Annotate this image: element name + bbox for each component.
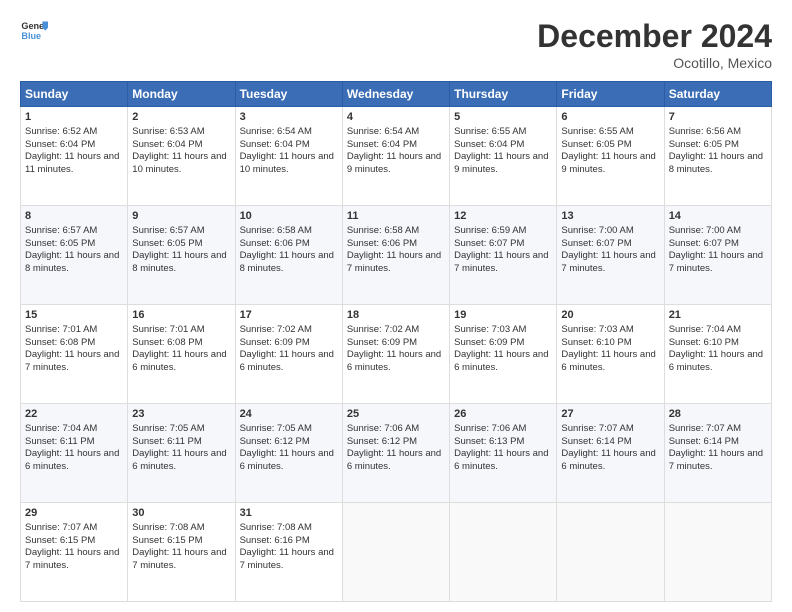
- calendar-week-row: 15Sunrise: 7:01 AMSunset: 6:08 PMDayligh…: [21, 305, 772, 404]
- table-row: [342, 503, 449, 602]
- table-row: 9Sunrise: 6:57 AMSunset: 6:05 PMDaylight…: [128, 206, 235, 305]
- day-number: 14: [669, 209, 767, 224]
- table-row: 21Sunrise: 7:04 AMSunset: 6:10 PMDayligh…: [664, 305, 771, 404]
- col-friday: Friday: [557, 82, 664, 107]
- col-saturday: Saturday: [664, 82, 771, 107]
- calendar-week-row: 8Sunrise: 6:57 AMSunset: 6:05 PMDaylight…: [21, 206, 772, 305]
- table-row: 11Sunrise: 6:58 AMSunset: 6:06 PMDayligh…: [342, 206, 449, 305]
- day-number: 12: [454, 209, 552, 224]
- table-row: 8Sunrise: 6:57 AMSunset: 6:05 PMDaylight…: [21, 206, 128, 305]
- day-number: 16: [132, 308, 230, 323]
- table-row: 18Sunrise: 7:02 AMSunset: 6:09 PMDayligh…: [342, 305, 449, 404]
- day-number: 27: [561, 407, 659, 422]
- day-number: 18: [347, 308, 445, 323]
- day-number: 23: [132, 407, 230, 422]
- day-number: 19: [454, 308, 552, 323]
- table-row: 22Sunrise: 7:04 AMSunset: 6:11 PMDayligh…: [21, 404, 128, 503]
- day-number: 15: [25, 308, 123, 323]
- day-number: 25: [347, 407, 445, 422]
- table-row: 19Sunrise: 7:03 AMSunset: 6:09 PMDayligh…: [450, 305, 557, 404]
- calendar-week-row: 1Sunrise: 6:52 AMSunset: 6:04 PMDaylight…: [21, 107, 772, 206]
- title-block: December 2024 Ocotillo, Mexico: [537, 18, 772, 71]
- table-row: 28Sunrise: 7:07 AMSunset: 6:14 PMDayligh…: [664, 404, 771, 503]
- table-row: 15Sunrise: 7:01 AMSunset: 6:08 PMDayligh…: [21, 305, 128, 404]
- day-number: 13: [561, 209, 659, 224]
- table-row: 4Sunrise: 6:54 AMSunset: 6:04 PMDaylight…: [342, 107, 449, 206]
- col-wednesday: Wednesday: [342, 82, 449, 107]
- table-row: 7Sunrise: 6:56 AMSunset: 6:05 PMDaylight…: [664, 107, 771, 206]
- month-title: December 2024: [537, 18, 772, 55]
- day-number: 29: [25, 506, 123, 521]
- table-row: [557, 503, 664, 602]
- calendar-week-row: 22Sunrise: 7:04 AMSunset: 6:11 PMDayligh…: [21, 404, 772, 503]
- day-number: 4: [347, 110, 445, 125]
- logo-icon: GeneralBlue: [20, 18, 48, 46]
- table-row: [450, 503, 557, 602]
- day-number: 31: [240, 506, 338, 521]
- table-row: 14Sunrise: 7:00 AMSunset: 6:07 PMDayligh…: [664, 206, 771, 305]
- calendar-table: Sunday Monday Tuesday Wednesday Thursday…: [20, 81, 772, 602]
- table-row: 24Sunrise: 7:05 AMSunset: 6:12 PMDayligh…: [235, 404, 342, 503]
- day-number: 24: [240, 407, 338, 422]
- day-number: 9: [132, 209, 230, 224]
- day-number: 21: [669, 308, 767, 323]
- table-row: 27Sunrise: 7:07 AMSunset: 6:14 PMDayligh…: [557, 404, 664, 503]
- day-number: 5: [454, 110, 552, 125]
- table-row: 31Sunrise: 7:08 AMSunset: 6:16 PMDayligh…: [235, 503, 342, 602]
- logo: GeneralBlue: [20, 18, 48, 46]
- table-row: 29Sunrise: 7:07 AMSunset: 6:15 PMDayligh…: [21, 503, 128, 602]
- table-row: 30Sunrise: 7:08 AMSunset: 6:15 PMDayligh…: [128, 503, 235, 602]
- day-number: 1: [25, 110, 123, 125]
- table-row: 12Sunrise: 6:59 AMSunset: 6:07 PMDayligh…: [450, 206, 557, 305]
- svg-text:Blue: Blue: [21, 31, 41, 41]
- table-row: 10Sunrise: 6:58 AMSunset: 6:06 PMDayligh…: [235, 206, 342, 305]
- table-row: 20Sunrise: 7:03 AMSunset: 6:10 PMDayligh…: [557, 305, 664, 404]
- day-number: 10: [240, 209, 338, 224]
- table-row: 1Sunrise: 6:52 AMSunset: 6:04 PMDaylight…: [21, 107, 128, 206]
- col-sunday: Sunday: [21, 82, 128, 107]
- day-number: 8: [25, 209, 123, 224]
- table-row: 2Sunrise: 6:53 AMSunset: 6:04 PMDaylight…: [128, 107, 235, 206]
- day-number: 17: [240, 308, 338, 323]
- table-row: 25Sunrise: 7:06 AMSunset: 6:12 PMDayligh…: [342, 404, 449, 503]
- page: GeneralBlue December 2024 Ocotillo, Mexi…: [0, 0, 792, 612]
- day-number: 7: [669, 110, 767, 125]
- table-row: 26Sunrise: 7:06 AMSunset: 6:13 PMDayligh…: [450, 404, 557, 503]
- table-row: 23Sunrise: 7:05 AMSunset: 6:11 PMDayligh…: [128, 404, 235, 503]
- day-number: 11: [347, 209, 445, 224]
- table-row: 17Sunrise: 7:02 AMSunset: 6:09 PMDayligh…: [235, 305, 342, 404]
- day-number: 20: [561, 308, 659, 323]
- table-row: 3Sunrise: 6:54 AMSunset: 6:04 PMDaylight…: [235, 107, 342, 206]
- day-number: 3: [240, 110, 338, 125]
- day-number: 6: [561, 110, 659, 125]
- day-number: 28: [669, 407, 767, 422]
- table-row: 16Sunrise: 7:01 AMSunset: 6:08 PMDayligh…: [128, 305, 235, 404]
- day-number: 26: [454, 407, 552, 422]
- calendar-header-row: Sunday Monday Tuesday Wednesday Thursday…: [21, 82, 772, 107]
- table-row: 5Sunrise: 6:55 AMSunset: 6:04 PMDaylight…: [450, 107, 557, 206]
- day-number: 30: [132, 506, 230, 521]
- header: GeneralBlue December 2024 Ocotillo, Mexi…: [20, 18, 772, 71]
- location-subtitle: Ocotillo, Mexico: [537, 55, 772, 71]
- day-number: 22: [25, 407, 123, 422]
- calendar-week-row: 29Sunrise: 7:07 AMSunset: 6:15 PMDayligh…: [21, 503, 772, 602]
- col-thursday: Thursday: [450, 82, 557, 107]
- table-row: 6Sunrise: 6:55 AMSunset: 6:05 PMDaylight…: [557, 107, 664, 206]
- table-row: [664, 503, 771, 602]
- col-tuesday: Tuesday: [235, 82, 342, 107]
- day-number: 2: [132, 110, 230, 125]
- col-monday: Monday: [128, 82, 235, 107]
- table-row: 13Sunrise: 7:00 AMSunset: 6:07 PMDayligh…: [557, 206, 664, 305]
